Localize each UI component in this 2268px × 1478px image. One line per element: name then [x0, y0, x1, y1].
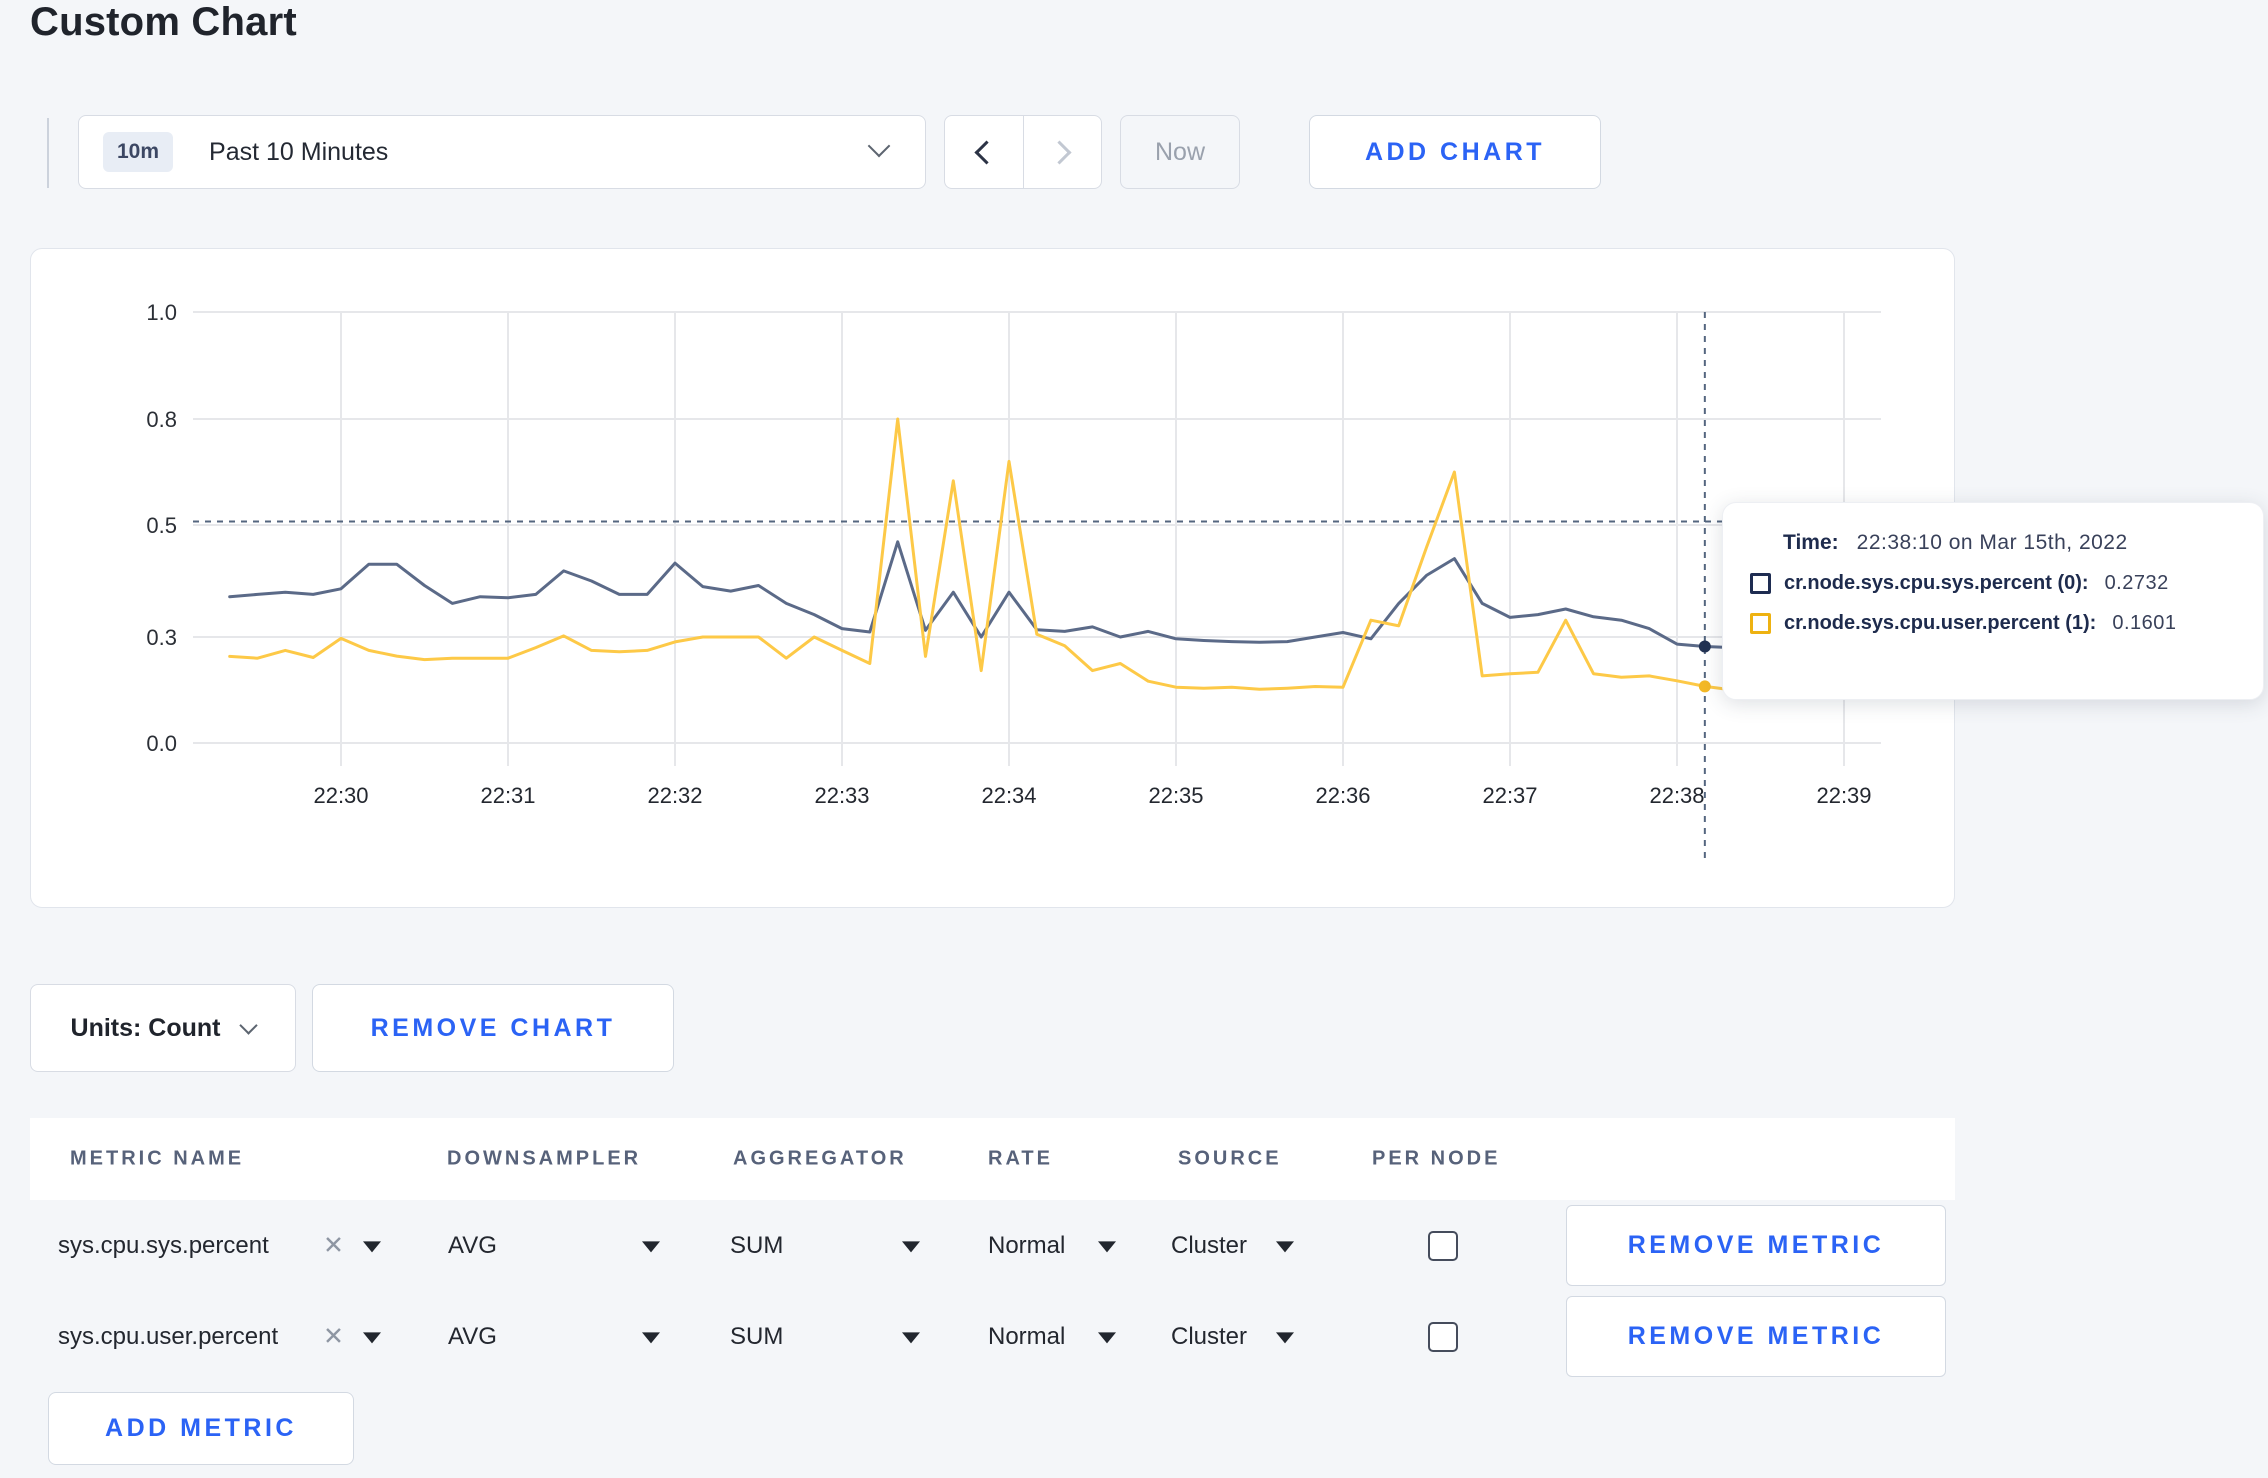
downsampler-select[interactable]: AVG: [448, 1232, 497, 1260]
col-header-source: SOURCE: [1178, 1147, 1282, 1170]
metric-name-value[interactable]: sys.cpu.sys.percent: [58, 1232, 269, 1260]
tooltip-series-name: cr.node.sys.cpu.sys.percent (0):: [1784, 572, 2089, 594]
svg-text:22:36: 22:36: [1315, 783, 1370, 808]
source-select[interactable]: Cluster: [1171, 1232, 1247, 1260]
aggregator-select[interactable]: SUM: [730, 1232, 783, 1260]
series-sys-swatch-icon: [1750, 573, 1771, 594]
remove-metric-button[interactable]: REMOVE METRIC: [1566, 1296, 1946, 1377]
chevron-down-icon: [239, 1015, 259, 1035]
svg-text:22:38: 22:38: [1649, 783, 1704, 808]
per-node-checkbox[interactable]: [1428, 1321, 1458, 1352]
chevron-left-icon: [974, 139, 999, 165]
col-header-rate: RATE: [988, 1147, 1053, 1170]
chart-canvas[interactable]: 0.0 0.3 0.5 0.8 1.0 22:30 22:31 22:32 22:33 22:34…: [31, 249, 1956, 907]
chevron-down-icon: [867, 134, 891, 158]
rate-caret-down-icon[interactable]: [1098, 1240, 1116, 1252]
tooltip-series-value: 0.2732: [2104, 572, 2169, 594]
remove-metric-button[interactable]: REMOVE METRIC: [1566, 1205, 1946, 1286]
rate-select[interactable]: Normal: [988, 1232, 1065, 1260]
remove-chart-button[interactable]: REMOVE CHART: [312, 984, 674, 1072]
aggregator-select[interactable]: SUM: [730, 1323, 783, 1351]
add-chart-button[interactable]: ADD CHART: [1309, 115, 1601, 189]
svg-text:22:32: 22:32: [647, 783, 702, 808]
source-caret-down-icon[interactable]: [1276, 1331, 1294, 1343]
toolbar: 10m Past 10 Minutes Now ADD CHART: [0, 115, 2268, 191]
svg-text:0.3: 0.3: [146, 625, 177, 650]
svg-text:22:39: 22:39: [1816, 783, 1871, 808]
units-select[interactable]: Units: Count: [30, 984, 296, 1072]
metric-caret-down-icon[interactable]: [363, 1331, 381, 1343]
chart-footer: Units: Count REMOVE CHART: [0, 984, 2268, 1074]
downsampler-select[interactable]: AVG: [448, 1323, 497, 1351]
prev-range-button[interactable]: [945, 116, 1023, 188]
metric-name-value[interactable]: sys.cpu.user.percent: [58, 1323, 278, 1351]
source-caret-down-icon[interactable]: [1276, 1240, 1294, 1252]
clear-metric-icon[interactable]: ✕: [323, 1233, 344, 1258]
svg-text:22:37: 22:37: [1482, 783, 1537, 808]
metrics-table: METRIC NAME DOWNSAMPLER AGGREGATOR RATE …: [30, 1118, 1955, 1465]
col-header-per-node: PER NODE: [1372, 1147, 1501, 1170]
source-select[interactable]: Cluster: [1171, 1323, 1247, 1351]
svg-text:0.8: 0.8: [146, 407, 177, 432]
svg-text:1.0: 1.0: [146, 300, 177, 325]
metric-caret-down-icon[interactable]: [363, 1240, 381, 1252]
time-range-select[interactable]: 10m Past 10 Minutes: [78, 115, 926, 189]
downsampler-caret-down-icon[interactable]: [642, 1240, 660, 1252]
svg-text:22:30: 22:30: [313, 783, 368, 808]
svg-text:22:33: 22:33: [814, 783, 869, 808]
svg-text:0.5: 0.5: [146, 513, 177, 538]
per-node-checkbox[interactable]: [1428, 1230, 1458, 1261]
tooltip-series-name: cr.node.sys.cpu.user.percent (1):: [1784, 612, 2097, 634]
time-nav-group: [944, 115, 1102, 189]
metrics-table-header: METRIC NAME DOWNSAMPLER AGGREGATOR RATE …: [30, 1118, 1955, 1200]
rate-caret-down-icon[interactable]: [1098, 1331, 1116, 1343]
col-header-downsampler: DOWNSAMPLER: [447, 1147, 642, 1170]
units-label: Units: Count: [70, 1013, 221, 1042]
series-user-swatch-icon: [1750, 613, 1771, 634]
col-header-metric-name: METRIC NAME: [70, 1147, 245, 1170]
clear-metric-icon[interactable]: ✕: [323, 1324, 344, 1349]
svg-text:22:31: 22:31: [480, 783, 535, 808]
rate-select[interactable]: Normal: [988, 1323, 1065, 1351]
aggregator-caret-down-icon[interactable]: [902, 1331, 920, 1343]
toolbar-accent-divider: [47, 118, 49, 188]
page-title: Custom Chart: [30, 0, 297, 44]
tooltip-series-value: 0.1601: [2112, 612, 2177, 634]
aggregator-caret-down-icon[interactable]: [902, 1240, 920, 1252]
downsampler-caret-down-icon[interactable]: [642, 1331, 660, 1343]
metric-row: sys.cpu.user.percent ✕ AVG SUM Normal Cl…: [30, 1291, 1955, 1382]
time-range-label: Past 10 Minutes: [209, 137, 389, 166]
next-range-button[interactable]: [1022, 116, 1102, 188]
time-range-badge: 10m: [103, 132, 174, 172]
add-metric-button[interactable]: ADD METRIC: [48, 1392, 354, 1465]
tooltip-time-label: Time:: [1783, 531, 1839, 554]
tooltip-time-value: 22:38:10 on Mar 15th, 2022: [1856, 531, 2128, 554]
svg-text:0.0: 0.0: [146, 731, 177, 756]
col-header-aggregator: AGGREGATOR: [733, 1147, 907, 1170]
chart-card: 0.0 0.3 0.5 0.8 1.0 22:30 22:31 22:32 22:33 22:34…: [30, 248, 2264, 908]
svg-text:22:35: 22:35: [1148, 783, 1203, 808]
svg-text:22:34: 22:34: [981, 783, 1036, 808]
chart-tooltip: Time: 22:38:10 on Mar 15th, 2022 cr.node…: [1722, 502, 2264, 700]
chevron-right-icon: [1047, 139, 1072, 165]
now-button[interactable]: Now: [1120, 115, 1240, 189]
metric-row: sys.cpu.sys.percent ✕ AVG SUM Normal Clu…: [30, 1200, 1955, 1291]
